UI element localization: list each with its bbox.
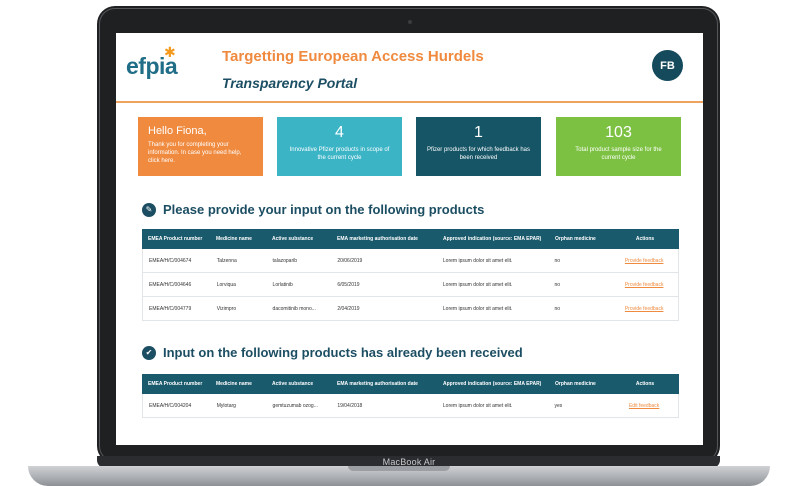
table-cell: yes [554,402,563,409]
checkmark-icon: ✔ [142,345,156,360]
edit-icon: ✎ [142,202,156,217]
page-title: Targetting European Access Hurdels [222,48,484,65]
table-cell: Lorem ipsum dolor sit amet elit. [442,257,513,264]
table-cell: EMEA/H/C/004204 [149,402,192,409]
table-cell: 20/06/2019 [337,257,363,264]
column-header: Active substance [272,381,314,387]
table-cell: Lorem ipsum dolor sit amet elit. [442,281,513,288]
table-header: EMEA Product number Medicine name Active… [142,374,679,394]
column-header: Actions [635,236,655,242]
table-cell: gemtuzumab ozog... [272,402,318,409]
page-subtitle: Transparency Portal [222,75,358,91]
table-cell: dacomitinib mono... [272,305,316,312]
table-row: EMEA/H/C/004204 Mylotarg gemtuzumab ozog… [142,394,679,418]
pending-section-heading: ✎ Please provide your input on the follo… [142,202,484,217]
column-header: Orphan medicine [555,236,596,242]
table-cell: Talzenna [216,257,237,264]
column-header: Actions [635,381,655,387]
column-header: Active substance [272,236,314,242]
innovative-count: 4 [335,124,344,141]
user-avatar[interactable]: FB [652,50,683,81]
table-cell: EMEA/H/C/004674 [149,257,192,264]
table-header: EMEA Product number Medicine name Active… [142,229,679,249]
pending-section-title: Please provide your input on the followi… [163,202,485,217]
table-row: EMEA/H/C/004646 Lorviqua Lorlatinib 6/05… [142,273,679,297]
column-header: Approved indication (source: EMA EPAR) [443,236,542,242]
table-cell: Vizimpro [216,305,237,312]
innovative-products-card: 4 Innovative Pfizer products in scope of… [277,117,402,176]
logo-star-icon: ✱ [164,44,176,60]
column-header: Medicine name [216,236,252,242]
column-header: Orphan medicine [555,381,596,387]
column-header: EMA marketing authorisation date [337,236,418,242]
table-cell: Lorem ipsum dolor sit amet elit. [442,305,513,312]
feedback-text: Pfizer products for which feedback has b… [426,147,531,161]
table-cell: no [554,281,561,288]
table-cell: Mylotarg [216,402,236,409]
column-header: EMEA Product number [148,381,203,387]
table-cell: 6/05/2019 [337,281,360,288]
sample-count: 103 [605,124,632,141]
provide-feedback-link[interactable]: Provide feedback [625,282,664,288]
table-cell: 19/04/2018 [337,402,363,409]
table-cell: Lorem ipsum dolor sit amet elit. [442,402,513,409]
sample-text: Total product sample size for the curren… [575,147,662,161]
table-cell: Lorlatinib [272,281,293,288]
portal-header: efpia ✱ Targetting European Access Hurde… [116,33,703,103]
innovative-text: Innovative Pfizer products in scope of t… [289,147,390,161]
edit-feedback-link[interactable]: Edit feedback [629,403,659,409]
table-cell: EMEA/H/C/004779 [149,305,192,312]
column-header: EMEA Product number [148,236,203,242]
screen: efpia ✱ Targetting European Access Hurde… [116,33,703,445]
table-row: EMEA/H/C/004674 Talzenna talazoparib 20/… [142,249,679,273]
received-section-heading: ✔ Input on the following products has al… [142,345,523,360]
table-cell: no [554,305,561,312]
table-cell: no [554,257,561,264]
table-cell: Lorviqua [216,281,236,288]
received-section-title: Input on the following products has alre… [163,345,523,360]
pending-products-table: EMEA Product number Medicine name Active… [142,229,679,321]
provide-feedback-link[interactable]: Provide feedback [625,258,664,264]
device-label: MacBook Air [382,457,436,467]
table-cell: talazoparib [272,257,298,264]
column-header: Approved indication (source: EMA EPAR) [443,381,542,387]
feedback-products-card: 1 Pfizer products for which feedback has… [416,117,541,176]
hello-card[interactable]: Hello Fiona, Thank you for completing yo… [138,117,263,176]
table-cell: 2/04/2019 [337,305,360,312]
camera-icon [408,20,412,24]
received-products-table: EMEA Product number Medicine name Active… [142,374,679,418]
feedback-count: 1 [474,124,483,141]
hello-title: Hello Fiona, [148,125,207,137]
provide-feedback-link[interactable]: Provide feedback [625,306,664,312]
table-cell: EMEA/H/C/004646 [149,281,192,288]
column-header: EMA marketing authorisation date [337,381,418,387]
sample-size-card: 103 Total product sample size for the cu… [556,117,681,176]
column-header: Medicine name [216,381,252,387]
table-row: EMEA/H/C/004779 Vizimpro dacomitinib mon… [142,297,679,321]
hello-text: Thank you for completing your informatio… [148,142,242,164]
